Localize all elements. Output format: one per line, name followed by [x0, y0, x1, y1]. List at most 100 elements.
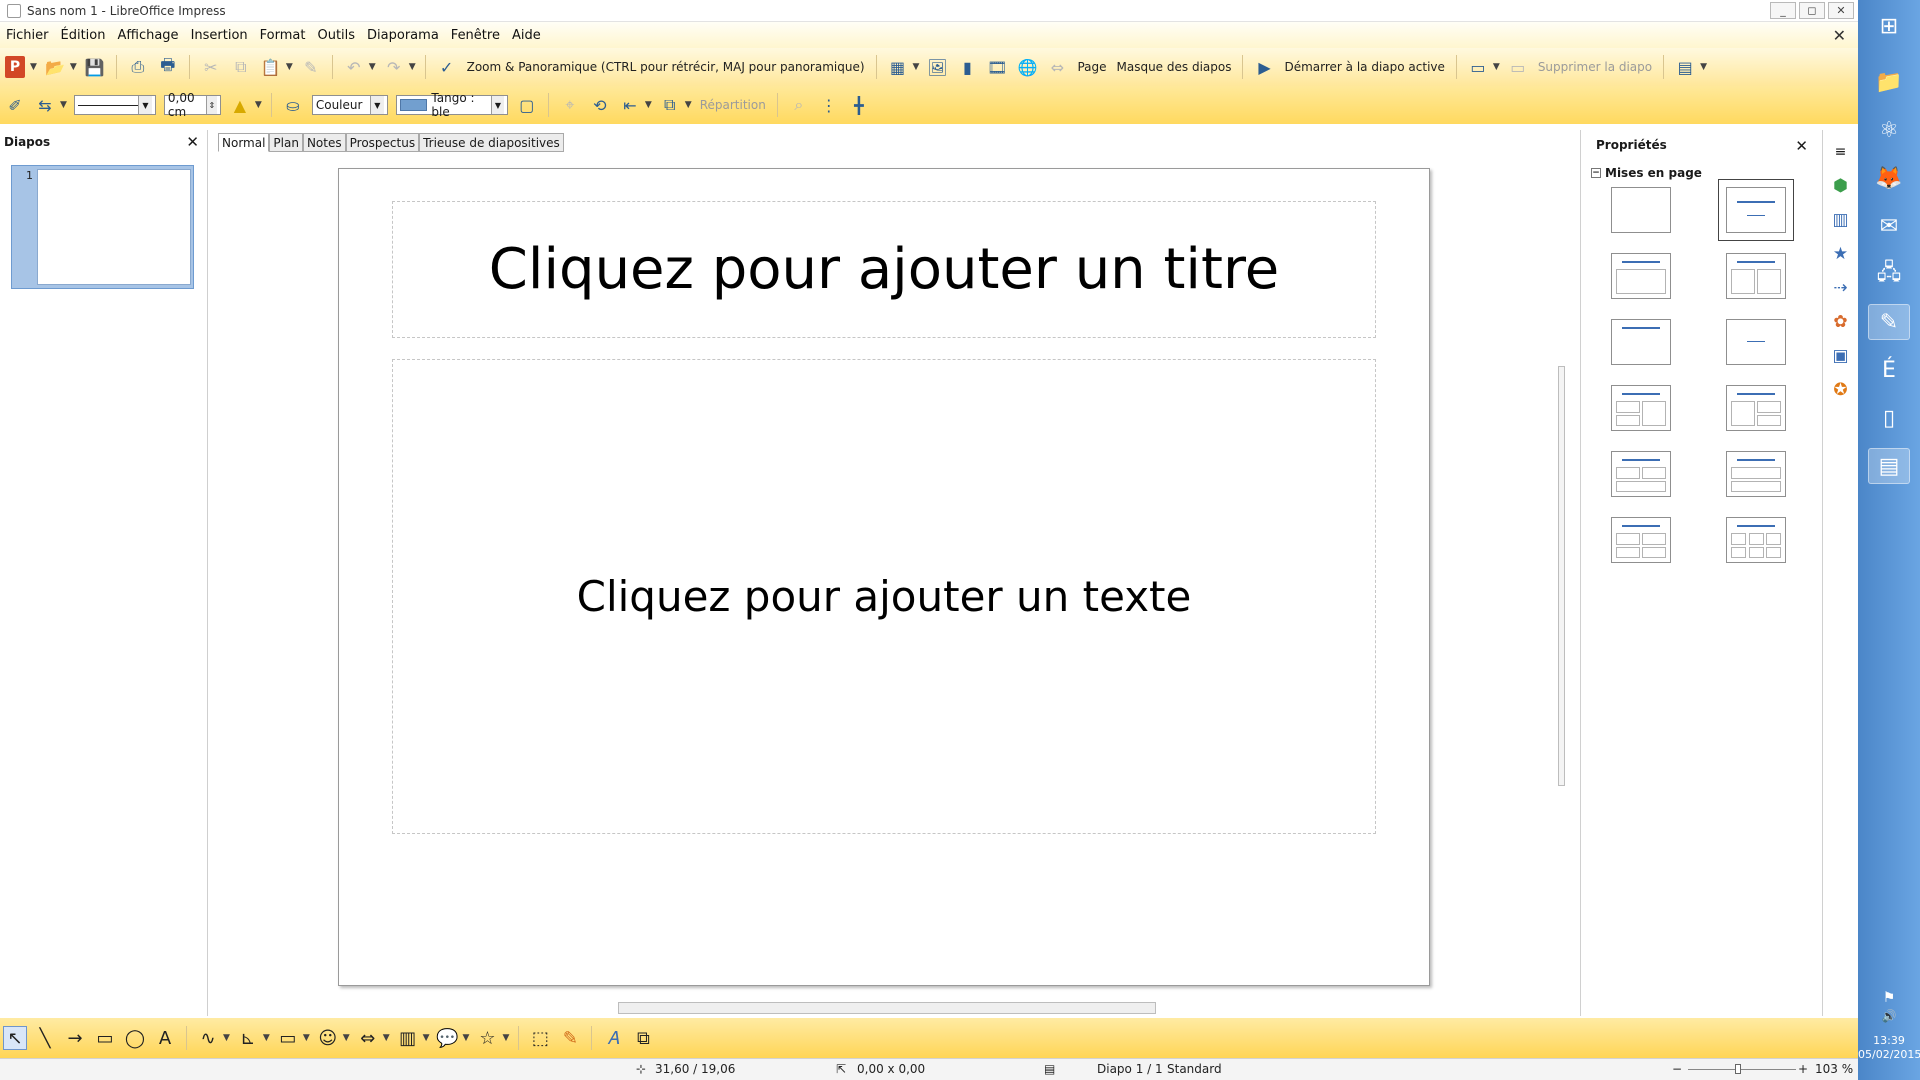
- arrow-style-icon[interactable]: ⇆: [33, 93, 57, 117]
- thunderbird-icon[interactable]: ✉: [1868, 208, 1910, 244]
- crop-preview-icon[interactable]: ⌕: [787, 93, 811, 117]
- slide-master-label[interactable]: Masque des diapos: [1117, 60, 1232, 74]
- tab-handout[interactable]: Prospectus: [345, 133, 420, 152]
- flowchart-icon[interactable]: ▥: [396, 1026, 420, 1050]
- table-dropdown-arrow[interactable]: ▼: [913, 62, 920, 72]
- line-style-select[interactable]: ▼: [73, 95, 156, 115]
- start-button-icon[interactable]: ⊞: [1868, 8, 1910, 44]
- delete-slide-icon[interactable]: ▭: [1506, 55, 1530, 79]
- spellcheck-icon[interactable]: ✓: [435, 55, 459, 79]
- slides-pane-close-icon[interactable]: ✕: [186, 133, 199, 151]
- slide-transition-icon[interactable]: ⇢: [1829, 276, 1853, 300]
- arrange-dropdown-arrow[interactable]: ▼: [685, 100, 692, 110]
- paste-icon[interactable]: 📋: [259, 55, 283, 79]
- properties-close-icon[interactable]: ✕: [1795, 137, 1808, 155]
- gallery-icon[interactable]: ▣: [1829, 344, 1853, 368]
- layout-dropdown-arrow[interactable]: ▼: [1700, 62, 1707, 72]
- points-edit-icon[interactable]: ⬚: [528, 1026, 552, 1050]
- fill-bucket-icon[interactable]: ⛀: [281, 93, 305, 117]
- undo-dropdown-arrow[interactable]: ▼: [369, 62, 376, 72]
- start-from-current-icon[interactable]: ▶: [1252, 55, 1276, 79]
- minimize-button[interactable]: _: [1770, 2, 1796, 19]
- curve-tool-icon[interactable]: ∿: [196, 1026, 220, 1050]
- body-placeholder[interactable]: Cliquez pour ajouter un texte: [392, 359, 1376, 834]
- align-dropdown-arrow[interactable]: ▼: [645, 100, 652, 110]
- new-dropdown-arrow[interactable]: ▼: [30, 62, 37, 72]
- distribution-label[interactable]: Répartition: [700, 98, 766, 112]
- menu-edit[interactable]: Édition: [55, 28, 112, 43]
- movie-icon[interactable]: 🎞: [985, 55, 1009, 79]
- export-pdf-icon[interactable]: ⎙: [126, 55, 150, 79]
- zoom-pan-label[interactable]: Zoom & Panoramique (CTRL pour rétrécir, …: [467, 60, 865, 74]
- tab-normal[interactable]: Normal: [218, 133, 270, 152]
- rotate-icon[interactable]: ⟲: [588, 93, 612, 117]
- paste-dropdown-arrow[interactable]: ▼: [286, 62, 293, 72]
- slide-canvas[interactable]: Cliquez pour ajouter un titre Cliquez po…: [338, 168, 1430, 986]
- title-placeholder[interactable]: Cliquez pour ajouter un titre: [392, 201, 1376, 338]
- maximize-button[interactable]: ◻: [1799, 2, 1825, 19]
- layouts-section-header[interactable]: − Mises en page: [1591, 166, 1820, 180]
- block-arrows-icon[interactable]: ⇔: [356, 1026, 380, 1050]
- firefox-icon[interactable]: 🦊: [1868, 160, 1910, 196]
- print-icon[interactable]: 🖶: [156, 55, 180, 79]
- slide-layout-icon[interactable]: ▤: [1673, 55, 1697, 79]
- menu-tools[interactable]: Outils: [311, 28, 361, 43]
- vertical-scrollbar[interactable]: [1558, 154, 1565, 996]
- zoom-in-icon[interactable]: +: [1798, 1062, 1808, 1076]
- ellipse-tool-icon[interactable]: ◯: [123, 1026, 147, 1050]
- page-label[interactable]: Page: [1077, 60, 1106, 74]
- arrow-style-dropdown-arrow[interactable]: ▼: [60, 100, 67, 110]
- system-clock[interactable]: 13:39 05/02/2015: [1858, 1034, 1920, 1062]
- hyperlink-icon[interactable]: 🌐: [1015, 55, 1039, 79]
- sidebar-menu-icon[interactable]: ≡: [1829, 140, 1853, 164]
- save-icon[interactable]: 💾: [83, 55, 107, 79]
- navigator-icon[interactable]: ✪: [1829, 378, 1853, 402]
- callouts-dropdown-arrow[interactable]: ▼: [463, 1033, 470, 1043]
- menu-file[interactable]: Fichier: [0, 28, 55, 43]
- area-style-select[interactable]: Couleur ▼: [311, 95, 388, 115]
- line-tool-icon[interactable]: ╲: [33, 1026, 57, 1050]
- extrusion-icon[interactable]: ⧉: [631, 1026, 655, 1050]
- callouts-icon[interactable]: 💬: [436, 1026, 460, 1050]
- layout-blank[interactable]: [1611, 187, 1671, 233]
- arrange-icon[interactable]: ⧉: [658, 93, 682, 117]
- connector-dropdown-arrow[interactable]: ▼: [263, 1033, 270, 1043]
- basic-shapes-dropdown-arrow[interactable]: ▼: [303, 1033, 310, 1043]
- network-app-icon[interactable]: 🖧: [1868, 256, 1910, 292]
- layout-centered-text[interactable]: [1726, 319, 1786, 365]
- new-slide-dropdown-arrow[interactable]: ▼: [1493, 62, 1500, 72]
- menu-format[interactable]: Format: [254, 28, 312, 43]
- document-close-button[interactable]: ✕: [1833, 26, 1846, 45]
- line-width-field[interactable]: 0,00 cm ⇕: [163, 91, 221, 119]
- tab-slide-sorter[interactable]: Trieuse de diapositives: [419, 133, 564, 152]
- layout-title-content-over[interactable]: [1726, 451, 1786, 497]
- new-slide-icon[interactable]: ▭: [1466, 55, 1490, 79]
- zoom-slider-handle[interactable]: [1735, 1064, 1741, 1074]
- tab-outline[interactable]: Plan: [269, 133, 303, 152]
- impress-taskbar-icon[interactable]: ▤: [1868, 448, 1910, 484]
- points-icon[interactable]: ⌖: [558, 93, 582, 117]
- close-button[interactable]: ✕: [1828, 2, 1854, 19]
- navigator-icon[interactable]: ⇔: [1045, 55, 1069, 79]
- start-slideshow-label[interactable]: Démarrer à la diapo active: [1284, 60, 1444, 74]
- symbol-shapes-icon[interactable]: ☺: [316, 1026, 340, 1050]
- undo-icon[interactable]: ↶: [342, 55, 366, 79]
- properties-deck-icon[interactable]: ⬢: [1829, 174, 1853, 198]
- menu-view[interactable]: Affichage: [111, 28, 184, 43]
- zoom-slider-track[interactable]: [1688, 1069, 1796, 1070]
- horizontal-scrollbar[interactable]: [218, 1002, 1558, 1014]
- line-color-icon[interactable]: ▲: [228, 93, 252, 117]
- slide-thumbnail[interactable]: 1: [11, 165, 194, 289]
- flowchart-dropdown-arrow[interactable]: ▼: [423, 1033, 430, 1043]
- align-icon[interactable]: ⇤: [618, 93, 642, 117]
- line-arrow-tool-icon[interactable]: →: [63, 1026, 87, 1050]
- image-icon[interactable]: 🖼: [925, 55, 949, 79]
- snap-lines-icon[interactable]: ╋: [847, 93, 871, 117]
- volume-icon[interactable]: 🔊: [1868, 1006, 1910, 1026]
- menu-help[interactable]: Aide: [506, 28, 547, 43]
- tab-notes[interactable]: Notes: [302, 133, 346, 152]
- stars-icon[interactable]: ☆: [475, 1026, 499, 1050]
- molecule-app-icon[interactable]: ⚛: [1868, 112, 1910, 148]
- glue-points-icon[interactable]: ✎: [558, 1026, 582, 1050]
- zoom-level[interactable]: 103 %: [1815, 1062, 1853, 1076]
